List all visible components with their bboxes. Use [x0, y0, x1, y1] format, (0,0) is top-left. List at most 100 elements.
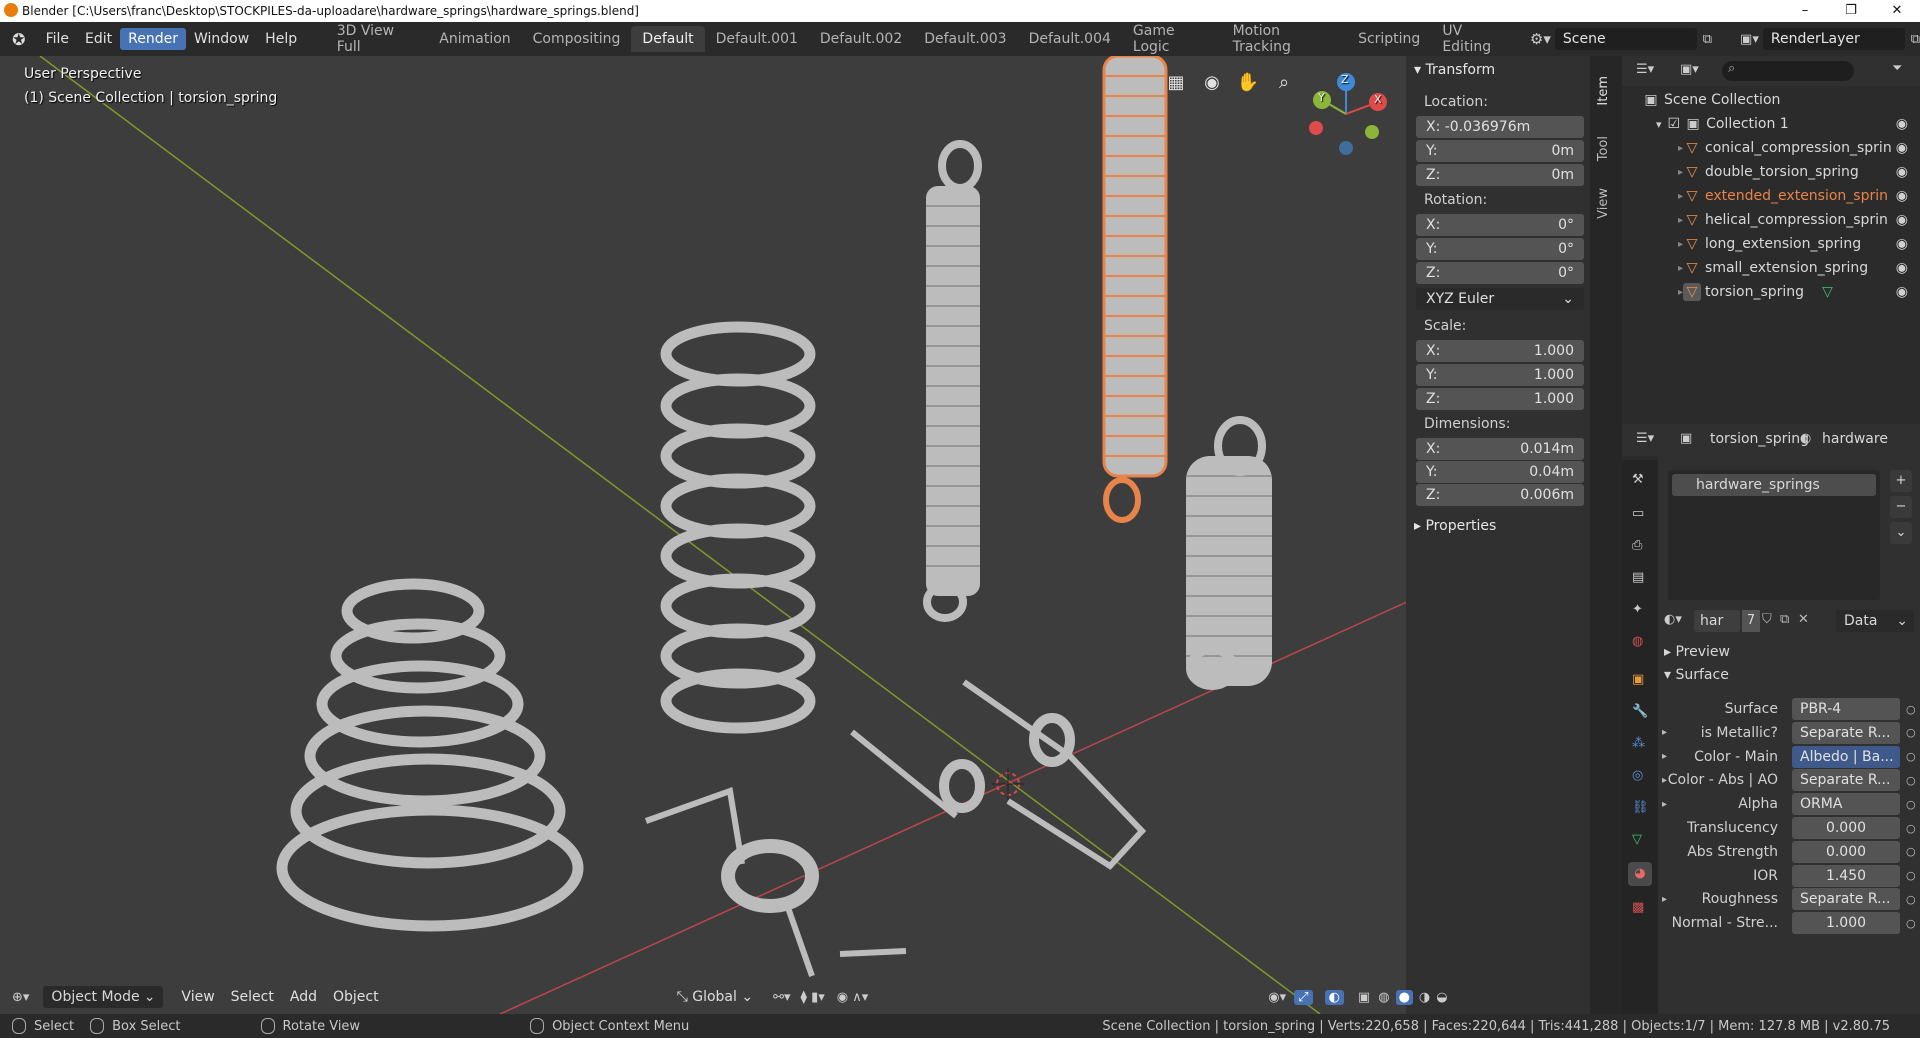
expand-arrow-icon[interactable]: ▸ [1662, 751, 1667, 762]
surface-property-value[interactable]: PBR-4 [1792, 698, 1900, 720]
scale-y-field[interactable]: Y: 1.000 [1416, 364, 1584, 386]
viewport-scene[interactable] [0, 56, 1598, 1014]
helical-compression-spring[interactable] [660, 321, 816, 734]
rotation-y-field[interactable]: Y: 0° [1416, 238, 1584, 260]
location-y-field[interactable]: Y: 0m [1416, 140, 1584, 162]
unlink-material-icon[interactable]: ✕ [1798, 612, 1809, 627]
rotation-x-field[interactable]: X: 0° [1416, 214, 1584, 236]
link-select[interactable]: Data ⌄ [1836, 610, 1914, 632]
dimensions-z-field[interactable]: Z: 0.006m [1416, 484, 1584, 506]
surface-property-row[interactable]: ▸ Color - Main Albedo | Ba... ○ [1658, 744, 1920, 770]
overlay-toggle-icon[interactable]: ◐ [1324, 989, 1344, 1005]
zoom-icon[interactable]: ⌕ [1268, 66, 1300, 98]
workspace-tab[interactable]: Animation [428, 26, 521, 52]
surface-property-row[interactable]: ▸ Roughness Separate R... ○ [1658, 886, 1920, 912]
expand-arrow-icon[interactable]: ▸ [1662, 894, 1667, 905]
menu-file[interactable]: File [38, 28, 77, 50]
socket-link-icon[interactable]: ○ [1906, 917, 1916, 930]
menu-edit[interactable]: Edit [77, 28, 120, 50]
gizmo-axis-x[interactable]: X [1374, 93, 1382, 106]
output-tab-icon[interactable]: ⎙ [1632, 538, 1642, 553]
socket-link-icon[interactable]: ○ [1906, 774, 1916, 787]
menu-help[interactable]: Help [257, 28, 305, 50]
material-shading-icon[interactable]: ◑ [1419, 990, 1430, 1005]
dimensions-x-field[interactable]: X: 0.014m [1416, 438, 1584, 460]
viewlayer-selector[interactable]: RenderLayer [1762, 28, 1905, 50]
workspace-tab[interactable]: UV Editing [1431, 18, 1522, 60]
workspace-tab[interactable]: Motion Tracking [1222, 18, 1347, 60]
render-tab-icon[interactable]: ▭ [1632, 506, 1644, 521]
tab-item[interactable]: Item [1596, 76, 1611, 106]
material-tab-icon[interactable]: ◕ [1628, 862, 1652, 886]
workspace-tab[interactable]: Compositing [522, 26, 632, 52]
orientation-select[interactable]: ⤡ Global ⌄ [677, 989, 754, 1005]
expand-arrow-icon[interactable]: ▾ [1656, 118, 1662, 131]
expand-arrow-icon[interactable]: ▸ [1662, 799, 1667, 810]
material-slot-row[interactable]: hardware_springs [1672, 474, 1876, 496]
eye-icon[interactable]: ◉ [1896, 260, 1908, 276]
outliner-scene-collection[interactable]: ▣ Scene Collection [1622, 88, 1920, 112]
gizmo-axis-z[interactable]: Z [1341, 73, 1349, 86]
surface-property-row[interactable]: IOR 1.450 ○ [1658, 863, 1920, 889]
solid-shading-icon[interactable]: ● [1395, 989, 1413, 1005]
modifier-tab-icon[interactable]: 🔧 [1632, 704, 1648, 719]
data-tab-icon[interactable]: ▽ [1632, 832, 1642, 847]
eye-icon[interactable]: ◉ [1896, 164, 1908, 180]
expand-arrow-icon[interactable]: ▸ [1662, 727, 1667, 738]
eye-icon[interactable]: ◉ [1896, 284, 1908, 300]
new-scene-icon[interactable]: ⧉ [1703, 32, 1712, 47]
scene-tab-icon[interactable]: ✦ [1632, 602, 1643, 617]
display-mode-icon[interactable]: ☰▾ [1636, 62, 1654, 77]
eye-icon[interactable]: ◉ [1896, 116, 1908, 132]
surface-property-value[interactable]: 1.000 [1792, 912, 1900, 935]
rotation-z-field[interactable]: Z: 0° [1416, 262, 1584, 284]
eye-icon[interactable]: ◉ [1896, 212, 1908, 228]
scene-selector[interactable]: Scene [1554, 28, 1697, 50]
xray-toggle-icon[interactable]: ▣ [1358, 990, 1370, 1005]
blender-menu-icon[interactable]: ✪ [0, 30, 38, 49]
pivot-icon[interactable]: ⚯▾ [773, 990, 790, 1005]
filter-funnel-icon[interactable]: ⏷ [1892, 61, 1902, 76]
eye-icon[interactable]: ◉ [1896, 140, 1908, 156]
tool-tab-icon[interactable]: ⚒ [1632, 472, 1644, 487]
surface-property-row[interactable]: Abs Strength 0.000 ○ [1658, 839, 1920, 865]
surface-property-value[interactable]: 0.000 [1792, 840, 1900, 863]
scene-icon[interactable]: ⚙▾ [1530, 30, 1551, 48]
location-z-field[interactable]: Z: 0m [1416, 164, 1584, 186]
slot-specials-button[interactable]: ⌄ [1890, 522, 1912, 544]
checkbox-icon[interactable]: ☑ [1668, 116, 1681, 132]
gizmo-toggle-icon[interactable]: ⤢ [1294, 989, 1313, 1005]
material-name-field[interactable]: har [1694, 610, 1740, 632]
viewlayer-icon[interactable]: ▣▾ [1740, 32, 1759, 47]
tab-tool[interactable]: Tool [1596, 136, 1611, 161]
object-tab-icon[interactable]: ▣ [1632, 672, 1644, 687]
surface-property-value[interactable]: Separate R... [1792, 769, 1900, 792]
surface-property-value[interactable]: 0.000 [1792, 817, 1900, 839]
dimensions-y-field[interactable]: Y: 0.04m [1416, 461, 1584, 483]
torsion-spring[interactable] [644, 786, 907, 977]
menu-render[interactable]: Render [120, 28, 186, 50]
transform-header[interactable]: ▾ Transform [1414, 62, 1495, 78]
remove-slot-button[interactable]: − [1890, 496, 1912, 518]
outliner-item[interactable]: ▸ ▽ helical_compression_sprin ◉ [1622, 208, 1920, 232]
workspace-tab[interactable]: Default.001 [705, 26, 809, 52]
eye-icon[interactable]: ◉ [1896, 236, 1908, 252]
workspace-tab[interactable]: Default.003 [913, 26, 1017, 52]
menu-add[interactable]: Add [282, 986, 325, 1008]
workspace-tab[interactable]: 3D View Full [326, 18, 429, 60]
rendered-shading-icon[interactable]: ◒ [1436, 990, 1447, 1005]
double-torsion-spring[interactable] [850, 679, 1147, 870]
surface-property-row[interactable]: ▸ Color - Abs | AO Separate R... ○ [1658, 767, 1920, 793]
material-users-count[interactable]: 7 [1742, 610, 1760, 632]
surface-property-row[interactable]: Translucency 0.000 ○ [1658, 815, 1920, 841]
outliner-item-selected[interactable]: ▸ ▽ extended_extension_sprin ◉ [1622, 184, 1920, 208]
3d-viewport[interactable]: Z Y X User Perspective (1) Scene Collect… [0, 56, 1598, 1014]
location-x-field[interactable]: X: -0.036976m [1416, 116, 1584, 138]
surface-property-value[interactable]: Separate R... [1792, 888, 1900, 911]
workspace-tab-active[interactable]: Default [631, 26, 705, 52]
restore-button[interactable]: ❐ [1828, 0, 1874, 22]
world-tab-icon[interactable]: ◍ [1632, 634, 1643, 649]
socket-link-icon[interactable]: ○ [1906, 822, 1916, 835]
view-layer-tab-icon[interactable]: ▤ [1632, 570, 1644, 585]
preview-panel-header[interactable]: ▸ Preview [1664, 644, 1730, 660]
